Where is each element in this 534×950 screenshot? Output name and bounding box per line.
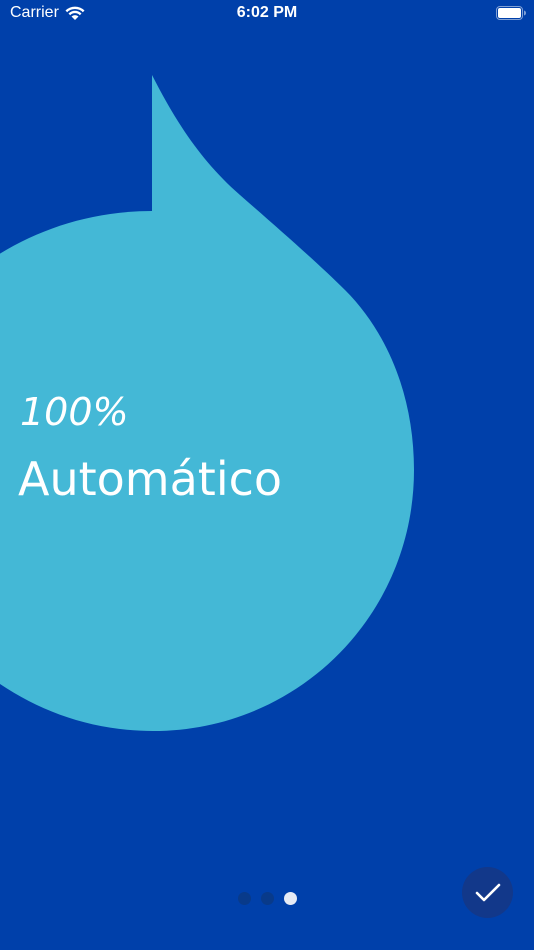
status-time: 6:02 PM <box>236 4 298 21</box>
slide-title: Automático <box>18 452 283 506</box>
page-dot-2[interactable] <box>261 892 274 905</box>
page-dot-1[interactable] <box>238 892 251 905</box>
done-button[interactable] <box>462 867 513 918</box>
checkmark-icon <box>475 883 500 901</box>
battery-icon <box>496 6 526 20</box>
page-dot-3-active[interactable] <box>284 892 297 905</box>
slide-subtitle: 100% <box>20 390 129 434</box>
onboarding-screen: Carrier 6:02 PM 100% Automático <box>0 0 534 950</box>
page-indicator[interactable] <box>238 892 297 905</box>
status-bar: Carrier 6:02 PM <box>0 0 534 30</box>
